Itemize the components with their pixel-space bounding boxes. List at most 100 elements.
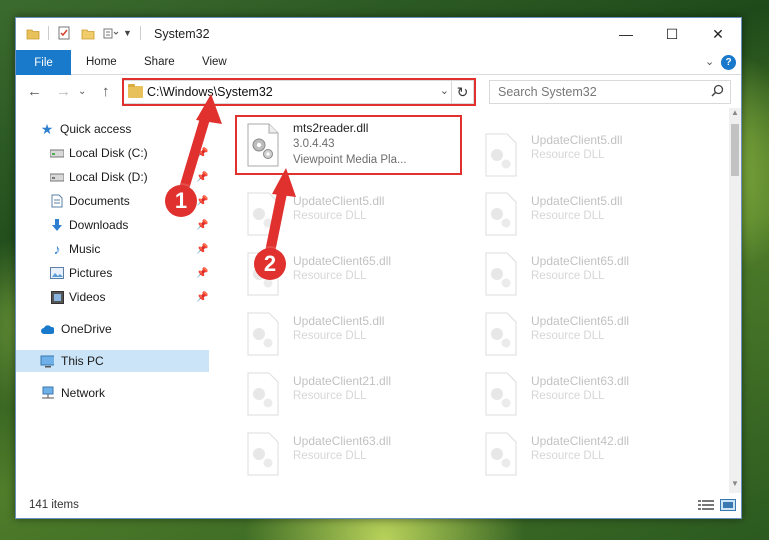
search-box[interactable]: Search System32 [489,80,731,104]
dll-file-icon [247,312,279,356]
pin-icon[interactable]: 📌 [196,172,208,183]
toolbar-dropdown-icon[interactable]: ▼ [123,28,132,38]
sidebar-item-pictures[interactable]: Pictures 📌 [16,262,209,284]
vertical-scrollbar[interactable]: ▲ ▼ [729,108,741,493]
pin-icon[interactable]: 📌 [196,148,208,159]
drive-icon [50,171,64,184]
file-type: Resource DLL [531,270,605,282]
file-item[interactable]: UpdateClient42.dll Resource DLL [478,426,708,480]
sidebar-item-this-pc[interactable]: This PC [16,350,209,372]
file-highlight-box [235,115,462,175]
dll-file-icon [485,133,517,177]
sidebar-item-label: Videos [69,290,106,304]
file-type: Resource DLL [531,390,605,402]
dll-file-icon [247,372,279,416]
file-name: UpdateClient5.dll [293,194,385,208]
forward-button[interactable]: → [56,83,71,100]
large-icons-view-icon[interactable] [720,499,736,511]
properties-icon[interactable] [57,26,71,40]
file-type: Resource DLL [293,330,367,342]
dll-file-icon [485,252,517,296]
pin-icon[interactable]: 📌 [196,292,208,303]
file-name: UpdateClient5.dll [293,314,385,328]
file-name: UpdateClient65.dll [531,314,630,328]
search-placeholder[interactable]: Search System32 [498,85,597,99]
computer-icon [40,355,54,368]
address-highlight-box [122,78,476,106]
back-button[interactable]: ← [27,83,42,100]
customize-toolbar-icon[interactable] [103,27,119,40]
tab-file[interactable]: File [16,50,71,75]
documents-icon [50,194,64,208]
sidebar-item-onedrive[interactable]: OneDrive [16,318,209,340]
dll-file-icon [485,192,517,236]
file-name: UpdateClient63.dll [531,374,630,388]
sidebar-item-videos[interactable]: Videos 📌 [16,286,209,308]
file-type: Resource DLL [293,210,367,222]
sidebar-item-label: Local Disk (D:) [69,170,148,184]
file-list: mts2reader.dll 3.0.4.43 Viewpoint Media … [223,108,729,493]
pin-icon[interactable]: 📌 [196,268,208,279]
scrollbar-thumb[interactable] [731,124,739,176]
file-explorer-window: ▼ System32 — ☐ ✕ File Home Share View ⌄ … [15,17,742,519]
window-title: System32 [154,27,210,41]
tab-share[interactable]: Share [144,56,175,68]
file-item[interactable]: UpdateClient65.dll Resource DLL [478,306,708,360]
sidebar-item-network[interactable]: Network [16,382,209,404]
sidebar-item-label: This PC [61,354,104,368]
recent-locations-button[interactable]: ⌄ [78,86,86,97]
sidebar-item-label: Local Disk (C:) [69,146,148,160]
dll-file-icon [247,432,279,476]
pictures-icon [50,267,64,280]
sidebar-item-label: Downloads [69,218,129,232]
dll-file-icon [247,192,279,236]
file-item[interactable]: UpdateClient5.dll Resource DLL [240,306,470,360]
file-name: UpdateClient5.dll [531,133,623,147]
scroll-up-icon[interactable]: ▲ [729,108,741,122]
sidebar-item-downloads[interactable]: Downloads 📌 [16,214,209,236]
cloud-icon [40,323,54,336]
file-name: UpdateClient63.dll [293,434,392,448]
pin-icon[interactable]: 📌 [196,244,208,255]
file-item[interactable]: UpdateClient5.dll Resource DLL [240,186,470,240]
file-type: Resource DLL [531,149,605,161]
file-item[interactable]: UpdateClient65.dll Resource DLL [478,246,708,300]
pin-icon[interactable]: 📌 [196,196,208,207]
scroll-down-icon[interactable]: ▼ [729,479,741,493]
ribbon-tabs: File Home Share View ⌄ ? [16,50,741,75]
file-type: Resource DLL [293,270,367,282]
up-button[interactable]: ↑ [102,83,110,100]
tab-home[interactable]: Home [86,56,117,68]
file-item[interactable]: UpdateClient5.dll Resource DLL [478,186,708,240]
sidebar-item-local-disk-c[interactable]: Local Disk (C:) 📌 [16,142,209,164]
sidebar-item-quick-access[interactable]: ★ Quick access [16,118,209,140]
title-bar: ▼ System32 — ☐ ✕ [16,18,741,50]
star-icon: ★ [40,120,54,137]
file-name: UpdateClient42.dll [531,434,630,448]
minimize-button[interactable]: — [603,18,649,50]
file-name: UpdateClient65.dll [293,254,392,268]
file-item[interactable]: UpdateClient21.dll Resource DLL [240,366,470,420]
details-view-icon[interactable] [698,499,714,511]
new-folder-icon[interactable] [81,27,95,40]
file-type: Resource DLL [293,450,367,462]
drive-icon [50,147,64,160]
maximize-button[interactable]: ☐ [649,18,695,50]
file-name: UpdateClient5.dll [531,194,623,208]
close-button[interactable]: ✕ [695,18,741,50]
pin-icon[interactable]: 📌 [196,220,208,231]
file-item[interactable]: UpdateClient63.dll Resource DLL [478,366,708,420]
navigation-pane: ★ Quick access Local Disk (C:) 📌 Local D… [16,108,209,493]
folder-icon[interactable] [26,27,40,40]
file-item[interactable]: UpdateClient63.dll Resource DLL [240,426,470,480]
file-item[interactable]: UpdateClient5.dll Resource DLL [478,127,708,181]
file-name: UpdateClient21.dll [293,374,392,388]
tab-view[interactable]: View [202,56,227,68]
help-button[interactable]: ? [721,55,736,70]
dll-file-icon [485,372,517,416]
sidebar-item-music[interactable]: ♪ Music 📌 [16,238,209,260]
search-icon[interactable] [711,84,724,100]
sidebar-item-label: Pictures [69,266,113,280]
ribbon-expand-icon[interactable]: ⌄ [705,55,714,68]
sidebar-item-label: Documents [69,194,130,208]
